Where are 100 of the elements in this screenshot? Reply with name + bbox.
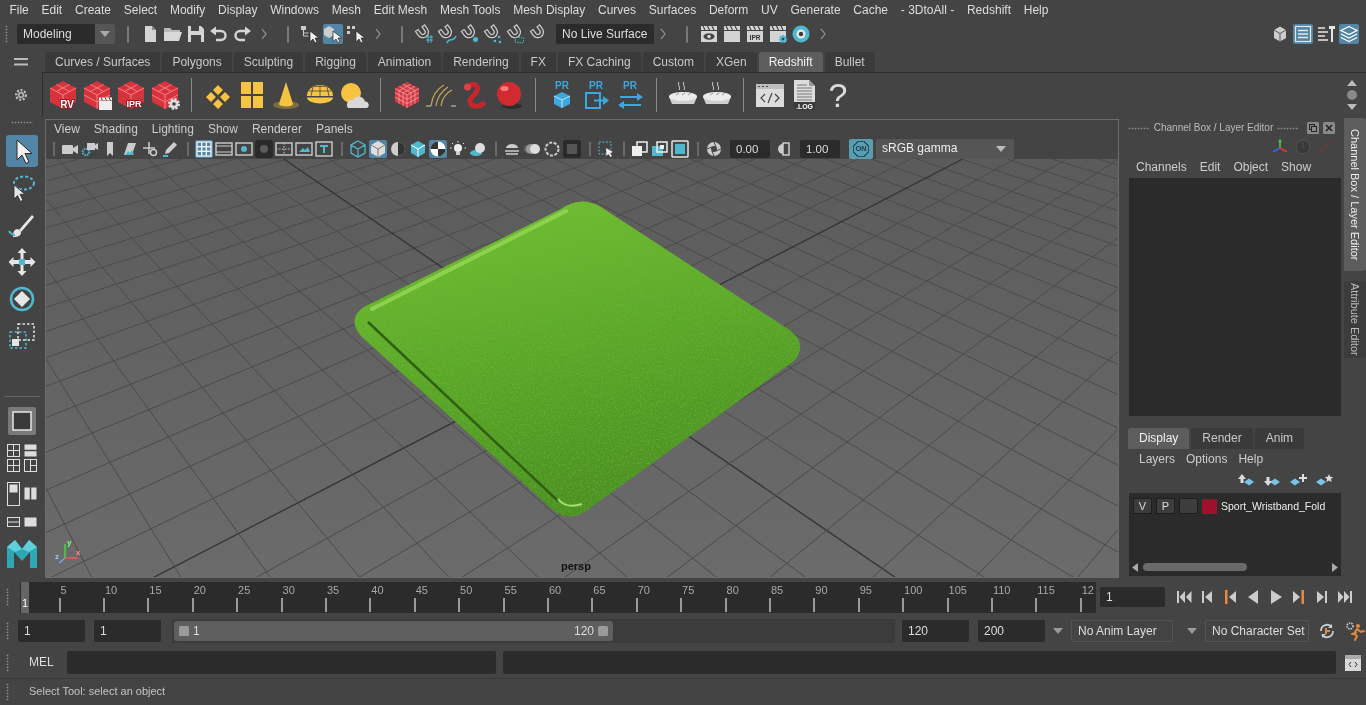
shelf-tab[interactable]: Rendering — [443, 52, 519, 72]
depth-of-field-icon[interactable] — [563, 139, 581, 158]
pencil-icon[interactable] — [161, 139, 179, 158]
play-icon[interactable] — [1268, 589, 1284, 605]
shelf-menu-icon[interactable] — [14, 58, 28, 66]
viewport-menu[interactable]: Renderer — [244, 121, 309, 137]
shelf-tab[interactable]: Custom — [642, 52, 704, 72]
go-to-end-icon[interactable] — [1337, 589, 1353, 605]
time-slider[interactable]: 5 10 15 20 25 30 35 40 45 50 55 60 65 70 75 80 85 90 95 100 105 110 115 12 1 — [20, 581, 1096, 613]
shelf-tab[interactable]: Sculpting — [233, 52, 304, 72]
command-language-button[interactable]: MEL — [29, 655, 54, 670]
layer-star-icon[interactable] — [1315, 473, 1333, 487]
shelf-tab[interactable]: Polygons — [162, 52, 232, 72]
viewport-menu[interactable]: Lighting — [144, 121, 201, 137]
range-bar[interactable]: 1 120 — [174, 621, 613, 641]
clapper-eye-icon[interactable] — [699, 24, 719, 44]
hierarchy-select-icon[interactable] — [300, 24, 320, 44]
arrow-cursor-icon[interactable] — [5, 135, 38, 167]
live-surface-field[interactable]: No Live Surface — [556, 24, 654, 44]
next-key-icon[interactable] — [1291, 589, 1307, 605]
go-to-start-icon[interactable] — [1176, 589, 1192, 605]
component-select-icon[interactable] — [346, 24, 366, 44]
cube-ipr-icon[interactable]: IPR — [115, 79, 147, 111]
clapperboard-icon[interactable] — [722, 24, 742, 44]
layer-plus-icon[interactable] — [1289, 473, 1307, 487]
viewport-canvas[interactable]: y z x persp — [46, 159, 1118, 577]
undo-icon[interactable] — [209, 24, 229, 44]
three-pane-layout-icon[interactable] — [23, 459, 37, 472]
gamma-field[interactable]: 1.00 — [800, 139, 840, 158]
xyz-axes-icon[interactable] — [1271, 138, 1289, 156]
menu-item[interactable]: Cache — [846, 0, 895, 21]
wide-pane-layout-icon[interactable] — [6, 517, 20, 527]
command-input-field[interactable] — [66, 651, 496, 674]
menu-item[interactable]: - 3DtoAll - — [894, 0, 961, 21]
pan-zoom-icon[interactable] — [141, 139, 159, 158]
side-panel-tab[interactable]: Channel Box / Layer Editor — [1344, 118, 1366, 272]
menu-item[interactable]: Select — [117, 0, 164, 21]
playback-end-field[interactable]: 120 — [902, 620, 969, 642]
layer-editor-tab[interactable]: Render — [1191, 428, 1253, 449]
viewport-menu[interactable]: Panels — [308, 121, 360, 137]
curve-magnet-icon[interactable] — [437, 24, 457, 44]
color-swatch-icon[interactable] — [1202, 498, 1217, 514]
range-slider[interactable]: 1 120 — [172, 619, 895, 643]
cube-gear-icon[interactable] — [149, 79, 181, 111]
exposure-field[interactable]: 0.00 — [730, 139, 770, 158]
safe-title-icon[interactable] — [315, 139, 333, 158]
menu-item[interactable]: Create — [68, 0, 118, 21]
running-figure-icon[interactable] — [1345, 621, 1365, 641]
scrollbar-thumb[interactable] — [1143, 563, 1247, 571]
grid-magnet-icon[interactable] — [414, 24, 434, 44]
range-handle-icon[interactable] — [598, 626, 608, 636]
menu-item[interactable]: Help — [1017, 0, 1055, 21]
redo-icon[interactable] — [232, 24, 252, 44]
x-ray-icon[interactable] — [631, 139, 649, 158]
anim-layer-dropdown[interactable]: No Anim Layer — [1071, 620, 1173, 642]
close-icon[interactable] — [1323, 122, 1335, 134]
safe-action-icon[interactable] — [295, 139, 313, 158]
wide-pane-layout-icon[interactable] — [23, 517, 37, 527]
auto-key-icon[interactable] — [1317, 621, 1337, 641]
scroll-left-icon[interactable] — [1132, 562, 1139, 572]
channel-box-menu[interactable]: Show — [1281, 160, 1312, 175]
menu-item[interactable]: Redshift — [960, 0, 1018, 21]
viewport-menu[interactable]: Show — [200, 121, 245, 137]
shelf-tab[interactable]: Rigging — [305, 52, 366, 72]
end-frame-field[interactable]: 200 — [978, 620, 1045, 642]
layer-editor-tab[interactable]: Display — [1128, 428, 1190, 449]
viewport-menu[interactable]: Shading — [86, 121, 145, 137]
shelf-tab[interactable]: Bullet — [824, 52, 875, 72]
tall-pane-layout-icon[interactable] — [6, 482, 20, 506]
four-pane-layout-icon[interactable] — [6, 459, 20, 472]
menu-item[interactable]: Generate — [784, 0, 847, 21]
shaded-cube-icon[interactable] — [369, 139, 387, 158]
shelf-tab[interactable]: XGen — [705, 52, 757, 72]
display-type-toggle[interactable] — [1179, 498, 1198, 514]
tool-list-icon[interactable] — [1316, 24, 1336, 44]
channel-box-menu[interactable]: Edit — [1199, 160, 1221, 175]
grid-icon[interactable] — [195, 139, 213, 158]
layer-name[interactable]: Sport_Wristband_Fold — [1221, 499, 1326, 513]
shelf-tab[interactable]: Curves / Surfaces — [45, 52, 161, 72]
wireframe-shaded-cube-icon[interactable] — [409, 139, 427, 158]
layers-icon[interactable] — [1339, 24, 1359, 44]
dropdown-caret-icon[interactable] — [1187, 628, 1197, 634]
menu-item[interactable]: Mesh Display — [506, 0, 592, 21]
settings-icon[interactable] — [14, 88, 28, 102]
checker-sphere-icon[interactable] — [429, 139, 447, 158]
scroll-right-icon[interactable] — [1331, 562, 1338, 572]
wireframe-cube-icon[interactable] — [349, 139, 367, 158]
menu-item[interactable]: Surfaces — [642, 0, 703, 21]
menu-item[interactable]: Mesh Tools — [433, 0, 507, 21]
folded-band-model[interactable] — [354, 201, 801, 517]
scroll-down-icon[interactable] — [1346, 103, 1358, 111]
menu-item[interactable]: Curves — [591, 0, 643, 21]
menu-item[interactable]: Edit Mesh — [367, 0, 434, 21]
two-pane-layout-icon[interactable] — [23, 444, 37, 457]
layer-menu[interactable]: Help — [1238, 452, 1264, 467]
color-space-dropdown[interactable]: sRGB gamma — [876, 138, 1014, 159]
visibility-toggle[interactable]: V — [1133, 498, 1152, 514]
layer-editor-tab[interactable]: Anim — [1254, 428, 1305, 449]
layer-menu[interactable]: Options — [1186, 452, 1228, 467]
menu-item[interactable]: Modify — [163, 0, 212, 21]
